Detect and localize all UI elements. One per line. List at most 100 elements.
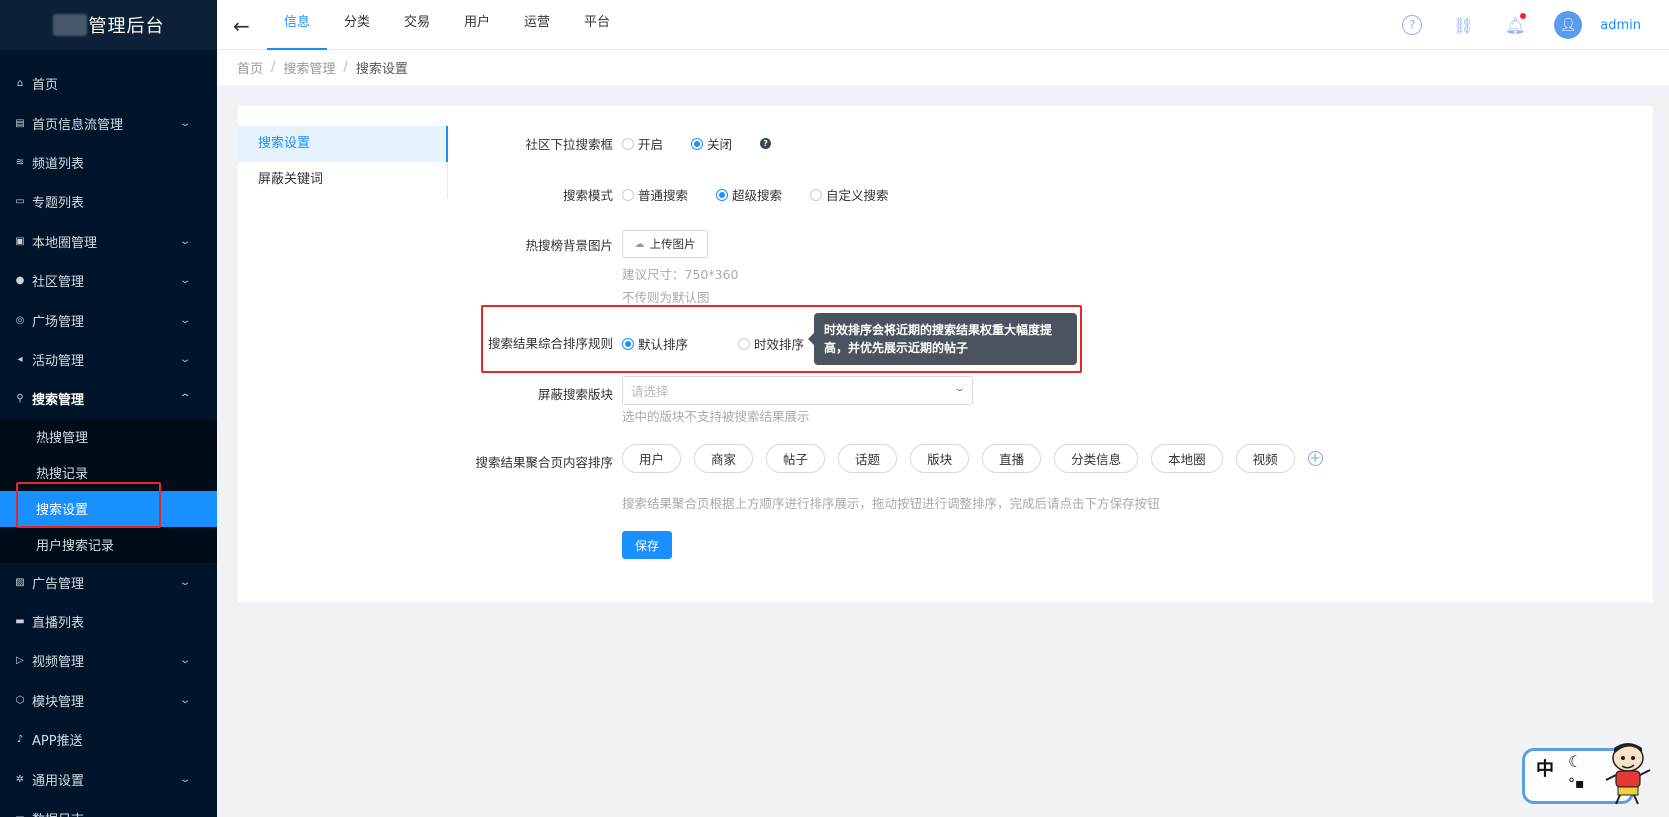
chevron-down-icon: ⌄ <box>178 275 192 287</box>
sidebar-item-label: 广场管理 <box>32 314 85 330</box>
order-pill[interactable]: 视频 <box>1235 444 1295 473</box>
sidebar-item-label: 模块管理 <box>32 694 85 710</box>
help-icon[interactable]: ? <box>760 138 772 149</box>
document-icon: ▤ <box>15 117 25 129</box>
sidebar-item-chart[interactable]: ▬ 数据日志⌄ <box>0 799 217 817</box>
sidebar-item-picture[interactable]: ▨ 广告管理 ⌄ <box>0 563 217 602</box>
sidebar-item-rss[interactable]: ≋ 频道列表 <box>0 143 217 182</box>
chevron-down-icon: ⌄ <box>954 384 967 394</box>
sidebar-item-label: 频道列表 <box>32 156 85 172</box>
user-name[interactable]: admin <box>1600 18 1641 33</box>
order-pill[interactable]: 话题 <box>838 444 898 473</box>
sidebar-menu: ⌂ 首页 ▤ 首页信息流管理 ⌄ ≋ 频道列表 ▭ 专题列表 ▣ 本地圈管理 ⌄ ● 社区管理 ⌄ ◎ 广场管理… <box>0 50 217 817</box>
tab-0[interactable]: 信息 <box>267 0 327 50</box>
tv-icon: ▬ <box>15 616 25 628</box>
sidebar-item-megaphone[interactable]: ◂ 活动管理 ⌄ <box>0 340 217 379</box>
sidebar-item-compass[interactable]: ◎ 广场管理 ⌄ <box>0 300 217 339</box>
logo-text: 管理后台 <box>88 16 165 37</box>
rss-icon: ≋ <box>15 156 25 168</box>
ime-mascot-widget[interactable]: 中 ☾ °▪ <box>1522 740 1654 808</box>
app-logo[interactable]: 管理后台 <box>0 0 217 50</box>
order-pill[interactable]: 商家 <box>694 444 754 473</box>
sidebar-item-document[interactable]: ▤ 首页信息流管理 ⌄ <box>0 103 217 142</box>
sidebar-item-user-circle[interactable]: ● 社区管理 ⌄ <box>0 261 217 300</box>
upload-image-button[interactable]: ☁ 上传图片 <box>622 230 708 258</box>
video-icon: ▷ <box>16 655 24 667</box>
sidebar-item-label: 数据日志 <box>32 809 181 817</box>
sort-rule-label: 搜索结果综合排序规则 <box>487 336 613 351</box>
aggregate-order-pills: 用户 商家 帖子 话题 版块 直播 分类信息 本地圈 视频 + <box>622 444 1323 473</box>
tab-5[interactable]: 平台 <box>567 0 627 50</box>
home-icon: ⌂ <box>16 78 24 90</box>
radio-community-off[interactable]: 关闭 <box>691 134 732 153</box>
sidebar-item-folder[interactable]: ▭ 专题列表 <box>0 182 217 221</box>
compass-icon: ◎ <box>15 314 25 326</box>
order-pill[interactable]: 帖子 <box>766 444 826 473</box>
header-actions: ? ⛓ 🔔︎ 👤︎ admin <box>1372 0 1641 50</box>
sidebar-item-label: 通用设置 <box>32 773 85 789</box>
tab-4[interactable]: 运营 <box>507 0 567 50</box>
chevron-down-icon: ⌄ <box>178 235 192 247</box>
sidebar: 管理后台 ⌂ 首页 ▤ 首页信息流管理 ⌄ ≋ 频道列表 ▭ 专题列表 ▣ 本地圈管理 ⌄ ● 社区管理 ⌄… <box>0 0 217 817</box>
order-pill[interactable]: 直播 <box>982 444 1042 473</box>
save-button[interactable]: 保存 <box>622 531 672 559</box>
submenu-item[interactable]: 热搜记录 <box>0 455 217 491</box>
help-icon[interactable]: ? <box>1402 15 1423 35</box>
sidebar-item-video[interactable]: ▷ 视频管理 ⌄ <box>0 641 217 680</box>
chevron-down-icon: ⌄ <box>178 694 192 706</box>
tab-3[interactable]: 用户 <box>447 0 507 50</box>
sidebar-item-label: 首页信息流管理 <box>32 117 124 133</box>
avatar[interactable]: 👤︎ <box>1554 11 1583 39</box>
sidebar-item-image[interactable]: ▣ 本地圈管理 ⌄ <box>0 222 217 261</box>
chevron-down-icon: ⌄ <box>178 773 192 785</box>
block-section-label: 屏蔽搜索版块 <box>537 387 613 402</box>
radio-super-search[interactable]: 超级搜索 <box>716 185 782 204</box>
hot-bg-upload-wrap: ☁ 上传图片 <box>622 230 708 258</box>
sidebar-item-tv[interactable]: ▬ 直播列表 <box>0 602 217 641</box>
sidebar-item-gear[interactable]: ✲ 通用设置 ⌄ <box>0 759 217 798</box>
radio-default-sort[interactable]: 默认排序 <box>622 334 688 353</box>
add-circle-icon[interactable]: + <box>1307 451 1323 466</box>
breadcrumb-separator: / <box>271 60 276 75</box>
block-section-select[interactable]: 请选择 ⌄ <box>622 376 973 405</box>
order-pill[interactable]: 版块 <box>910 444 970 473</box>
aggregate-order-label: 搜索结果聚合页内容排序 <box>475 455 613 470</box>
moon-icon: ☾ <box>1568 752 1583 771</box>
breadcrumb-home[interactable]: 首页 <box>237 58 263 77</box>
order-pill[interactable]: 分类信息 <box>1054 444 1139 473</box>
radio-time-sort[interactable]: 时效排序 <box>738 334 804 353</box>
order-pill[interactable]: 本地圈 <box>1151 444 1223 473</box>
radio-custom-search[interactable]: 自定义搜索 <box>810 185 889 204</box>
tab-2[interactable]: 交易 <box>387 0 447 50</box>
back-arrow-icon[interactable]: ← <box>233 14 250 38</box>
sidebar-item-cube[interactable]: ⬡ 模块管理 ⌄ <box>0 681 217 720</box>
sidebar-item-home[interactable]: ⌂ 首页 <box>0 64 217 103</box>
sidebar-item-label: 直播列表 <box>32 616 85 632</box>
shirt-icon: °▪ <box>1568 776 1585 792</box>
submenu-item[interactable]: 用户搜索记录 <box>0 527 217 563</box>
community-search-label: 社区下拉搜索框 <box>525 137 613 152</box>
sidebar-item-label: 本地圈管理 <box>32 235 98 251</box>
submenu-item[interactable]: 搜索设置 <box>0 490 217 527</box>
submenu-item[interactable]: 热搜管理 <box>0 419 217 455</box>
link-icon[interactable]: ⛓ <box>1452 14 1474 36</box>
top-header: ← 信息 分类 交易 用户 运营 平台 ? ⛓ 🔔︎ 👤︎ admin <box>217 0 1669 50</box>
sidebar-item-label: 专题列表 <box>32 196 85 212</box>
sidebar-item-search[interactable]: ⚲ 搜索管理 ⌃ <box>0 379 217 418</box>
chevron-down-icon: ⌄ <box>178 353 192 365</box>
breadcrumb-separator: / <box>343 60 348 75</box>
sidebar-item-bell[interactable]: ♪ APP推送 <box>0 720 217 759</box>
bell-icon[interactable]: 🔔︎ <box>1504 13 1527 36</box>
tab-1[interactable]: 分类 <box>327 0 387 50</box>
top-nav: 信息 分类 交易 用户 运营 平台 <box>267 0 627 50</box>
breadcrumb-parent[interactable]: 搜索管理 <box>283 58 335 77</box>
chevron-down-icon: ⌄ <box>178 314 192 326</box>
radio-community-on[interactable]: 开启 <box>622 134 663 153</box>
radio-normal-search[interactable]: 普通搜索 <box>622 185 688 204</box>
sidebar-item-label: 搜索管理 <box>32 393 85 409</box>
notification-dot <box>1520 13 1527 19</box>
megaphone-icon: ◂ <box>17 353 23 365</box>
order-pill[interactable]: 用户 <box>622 444 682 473</box>
breadcrumb: 首页 / 搜索管理 / 搜索设置 <box>217 50 1669 85</box>
chevron-down-icon: ⌄ <box>178 655 192 667</box>
